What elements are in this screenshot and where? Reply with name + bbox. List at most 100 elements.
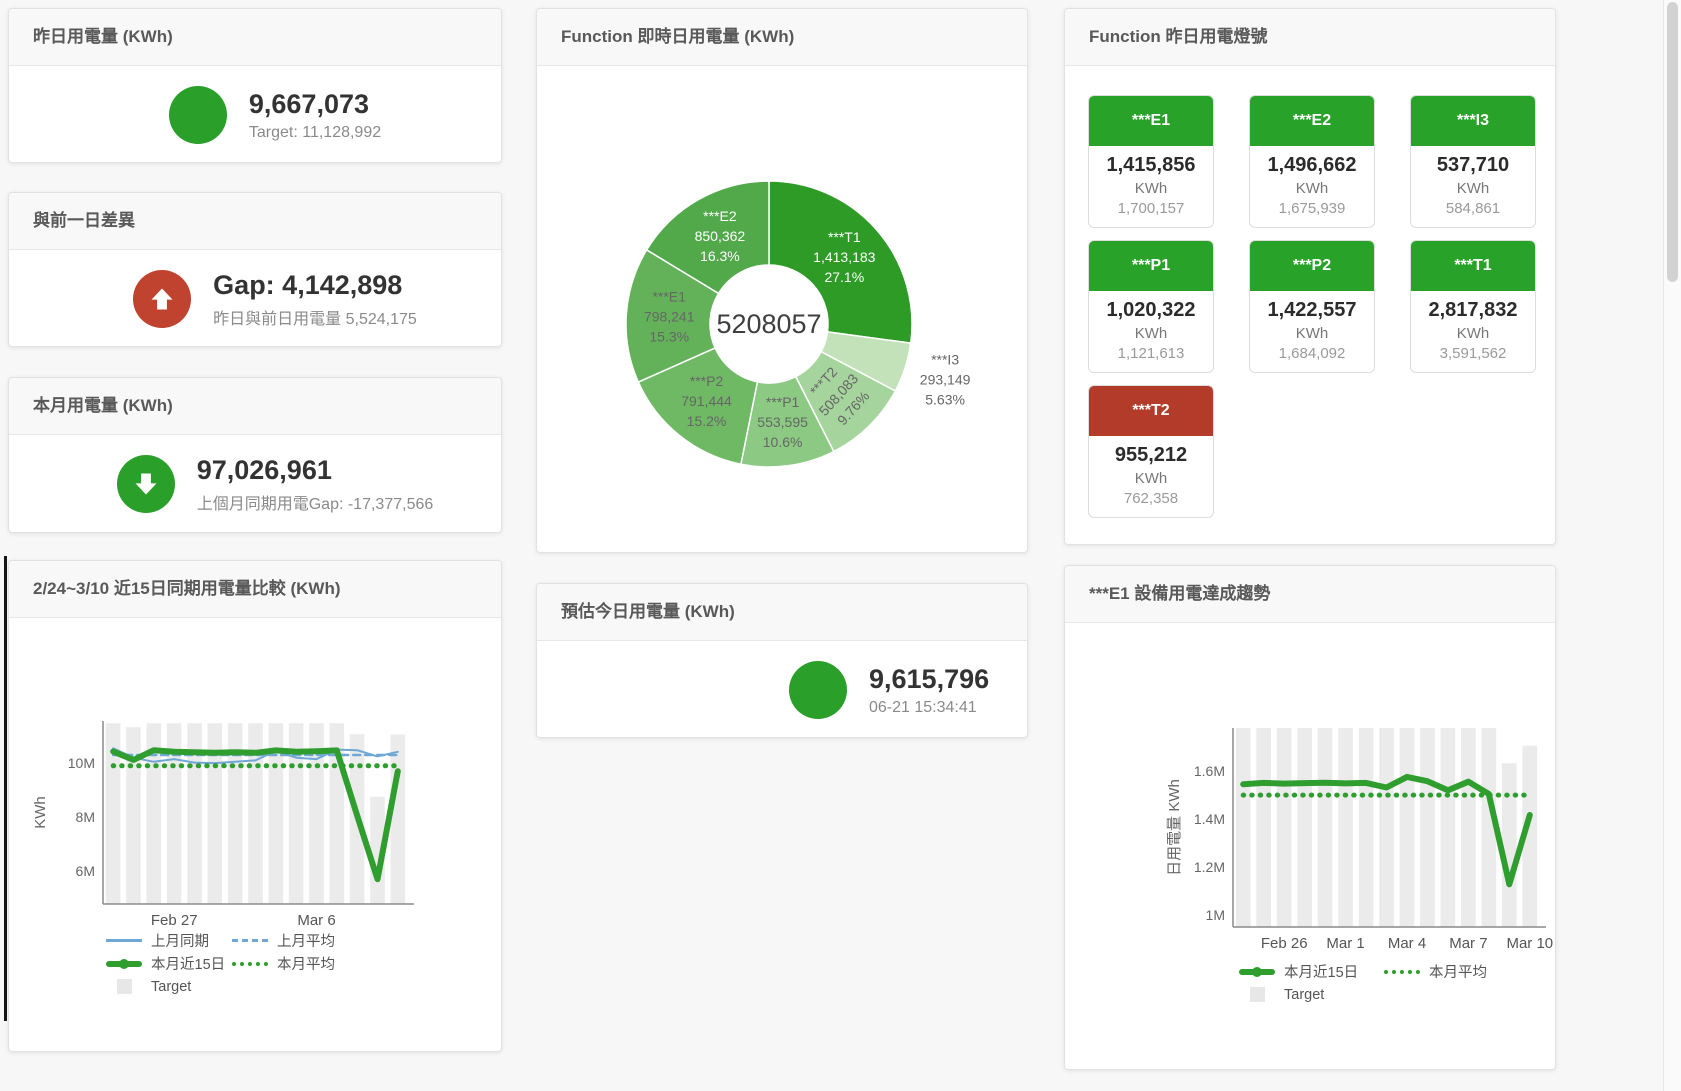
kpi-estimate: 9,615,796 06-21 15:34:41 — [537, 641, 1027, 739]
light-tile-unit: KWh — [1089, 180, 1213, 197]
light-tile-target: 1,675,939 — [1250, 200, 1374, 217]
blue-dashed-line-icon — [232, 939, 268, 942]
legend-this-month-avg: 本月平均 — [1384, 961, 1487, 982]
legend-target: Target — [106, 979, 191, 995]
light-tile-P2: ***P21,422,557KWh1,684,092 — [1249, 240, 1375, 373]
svg-text:Mar 10: Mar 10 — [1506, 935, 1553, 952]
card-status-lights: Function 昨日用電燈號 ***E1 1,415,856 KWh 1,700,1… — [1064, 8, 1556, 545]
light-tile-header: ***T2 — [1089, 386, 1213, 436]
card-yesterday-title: 昨日用電量 (KWh) — [9, 9, 501, 66]
light-tile-unit: KWh — [1411, 325, 1535, 342]
month-value: 97,026,961 — [197, 454, 434, 486]
light-tile-value: 1,415,856 — [1089, 154, 1213, 177]
yesterday-value: 9,667,073 — [249, 88, 381, 120]
vertical-scrollbar[interactable] — [1663, 0, 1681, 1091]
svg-text:8M: 8M — [76, 809, 95, 825]
svg-text:Mar 1: Mar 1 — [1326, 935, 1364, 952]
gap-value: Gap: 4,142,898 — [213, 269, 417, 301]
kpi-gap: Gap: 4,142,898 昨日與前日用電量 5,524,175 — [9, 250, 501, 348]
light-tile-I3: ***I3 537,710 KWh 584,861 — [1410, 95, 1536, 228]
green-dotted-line-icon — [232, 962, 268, 966]
light-tile-header: ***P2 — [1250, 241, 1374, 291]
light-tile-header: ***E1 — [1089, 96, 1213, 146]
donut-center-total: 5208057 — [716, 309, 821, 339]
svg-text:Mar 7: Mar 7 — [1449, 935, 1487, 952]
light-tile-header: ***P1 — [1089, 241, 1213, 291]
yesterday-target: Target: 11,128,992 — [249, 124, 381, 142]
status-circle-icon — [169, 86, 227, 144]
legend-this-month-series: 本月近15日 — [1239, 961, 1384, 982]
green-line-icon — [106, 961, 142, 967]
light-tile-value: 537,710 — [1411, 154, 1535, 177]
card-yesterday-usage: 昨日用電量 (KWh) 9,667,073 Target: 11,128,992 — [8, 8, 502, 163]
light-tile-value: 1,496,662 — [1250, 154, 1374, 177]
donut-chart-title: Function 即時日用電量 (KWh) — [537, 9, 1027, 66]
svg-text:1.6M: 1.6M — [1194, 763, 1225, 779]
light-tile-header: ***T1 — [1411, 241, 1535, 291]
trend-chart-title: ***E1 設備用電達成趨勢 — [1065, 566, 1555, 623]
estimate-timestamp: 06-21 15:34:41 — [869, 699, 989, 717]
light-tile-unit: KWh — [1089, 470, 1213, 487]
light-tile-target: 584,861 — [1411, 200, 1535, 217]
donut-slice-label: ***I3293,1495.63% — [920, 352, 971, 408]
legend-last-month-series: 上月同期 — [106, 930, 232, 951]
green-dotted-line-icon — [1384, 970, 1420, 974]
light-tile-unit: KWh — [1411, 180, 1535, 197]
light-tile-value: 955,212 — [1089, 444, 1213, 467]
legend-target: Target — [1239, 987, 1324, 1003]
target-swatch-icon — [117, 979, 132, 994]
card-gap-title: 與前一日差異 — [9, 193, 501, 250]
light-tile-value: 1,020,322 — [1089, 299, 1213, 322]
card-day-gap: 與前一日差異 Gap: 4,142,898 昨日與前日用電量 5,524,175 — [8, 192, 502, 347]
compare-chart-title: 2/24~3/10 近15日同期用電量比較 (KWh) — [9, 561, 501, 618]
light-tile-unit: KWh — [1089, 325, 1213, 342]
svg-text:KWh: KWh — [32, 796, 49, 829]
light-tile-target: 1,700,157 — [1089, 200, 1213, 217]
svg-text:1M: 1M — [1206, 907, 1225, 923]
trend-legend: 本月近15日 本月平均 Target — [1065, 961, 1555, 1005]
light-tile-target: 1,684,092 — [1250, 345, 1374, 362]
light-tile-target: 762,358 — [1089, 490, 1213, 507]
dashboard: 昨日用電量 (KWh) 9,667,073 Target: 11,128,992… — [0, 0, 1681, 1091]
scrollbar-thumb[interactable] — [1667, 2, 1678, 282]
lights-grid: ***E11,415,856KWh1,700,157***E21,496,662… — [1065, 66, 1555, 518]
light-tile-value: 2,817,832 — [1411, 299, 1535, 322]
estimate-value: 9,615,796 — [869, 663, 989, 695]
svg-text:日用電量 KWh: 日用電量 KWh — [1166, 779, 1183, 876]
target-swatch-icon — [1250, 987, 1265, 1002]
legend-this-month-avg: 本月平均 — [232, 953, 335, 974]
lights-title: Function 昨日用電燈號 — [1065, 9, 1555, 66]
blue-line-icon — [106, 939, 142, 942]
card-compare-chart: 2/24~3/10 近15日同期用電量比較 (KWh) 6M 8M 10M Feb 2… — [8, 560, 502, 1052]
e1-trend-chart: 1M1.2M1.4M1.6MFeb 26Mar 1Mar 4Mar 7Mar 1… — [1065, 623, 1557, 955]
month-subtitle: 上個月同期用電Gap: -17,377,566 — [197, 490, 434, 514]
estimate-title: 預估今日用電量 (KWh) — [537, 584, 1027, 641]
compare-line-chart: 6M 8M 10M Feb 27 Mar 6 KWh — [9, 618, 501, 926]
arrow-down-icon — [117, 455, 175, 513]
arrow-up-icon — [133, 270, 191, 328]
light-tile-unit: KWh — [1250, 180, 1374, 197]
light-tile-header: ***I3 — [1411, 96, 1535, 146]
card-realtime-donut: Function 即時日用電量 (KWh) 5208057 ***T11,413… — [536, 8, 1028, 553]
svg-text:Mar 6: Mar 6 — [297, 912, 335, 926]
legend-last-month-avg: 上月平均 — [232, 930, 335, 951]
card-month-usage: 本月用電量 (KWh) 97,026,961 上個月同期用電Gap: -17,3… — [8, 377, 502, 533]
legend-this-month-series: 本月近15日 — [106, 953, 232, 974]
card-today-estimate: 預估今日用電量 (KWh) 9,615,796 06-21 15:34:41 — [536, 583, 1028, 738]
svg-text:Mar 4: Mar 4 — [1388, 935, 1426, 952]
light-tile-E2: ***E21,496,662KWh1,675,939 — [1249, 95, 1375, 228]
realtime-donut-chart: 5208057 ***T11,413,18327.1%***I3293,1495… — [537, 66, 1027, 553]
svg-text:1.2M: 1.2M — [1194, 859, 1225, 875]
svg-text:1.4M: 1.4M — [1194, 811, 1225, 827]
light-tile-value: 1,422,557 — [1250, 299, 1374, 322]
green-line-icon — [1239, 969, 1275, 975]
window-edge-artifact — [4, 556, 7, 1021]
card-e1-trend: ***E1 設備用電達成趨勢 1M1.2M1.4M1.6MFeb 26Mar 1… — [1064, 565, 1556, 1070]
card-month-title: 本月用電量 (KWh) — [9, 378, 501, 435]
svg-text:10M: 10M — [68, 755, 95, 771]
kpi-month: 97,026,961 上個月同期用電Gap: -17,377,566 — [9, 435, 501, 533]
light-tile-E1: ***E1 1,415,856 KWh 1,700,157 — [1088, 95, 1214, 228]
svg-text:Feb 27: Feb 27 — [151, 912, 198, 926]
svg-text:6M: 6M — [76, 863, 95, 879]
light-tile-P1: ***P11,020,322KWh1,121,613 — [1088, 240, 1214, 373]
